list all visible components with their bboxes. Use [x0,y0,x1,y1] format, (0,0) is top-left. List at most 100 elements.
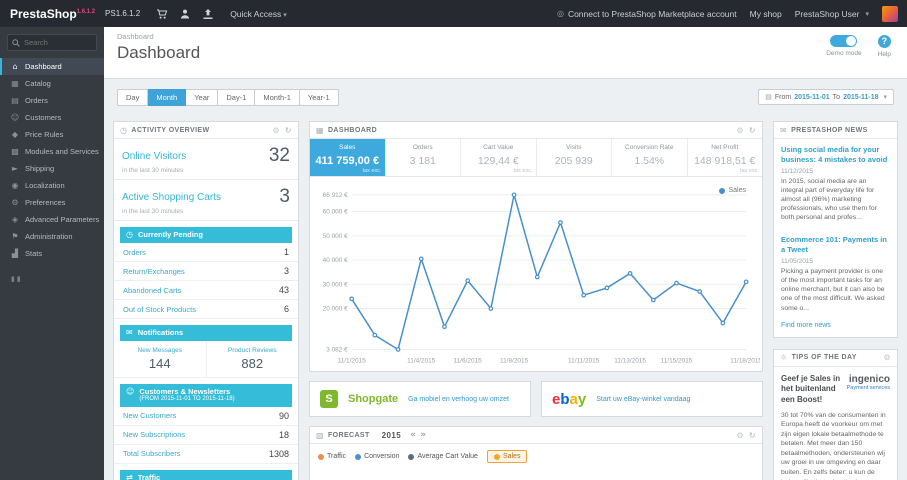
traffic-dot-icon [318,453,324,460]
pending-orders-row[interactable]: Orders 1 [114,243,298,262]
puzzle-icon: ▩ [11,147,19,156]
gear-icon[interactable]: ⚙ [883,353,891,362]
new-customers-row[interactable]: New Customers 90 [114,407,298,426]
sidebar-item-administration[interactable]: ⚑ Administration [0,228,104,245]
kpi-net-profit[interactable]: Net Profit 148 918,51 € tax exc. [688,139,763,176]
help-icon[interactable]: ? [877,35,891,48]
sidebar-item-orders[interactable]: ▤ Orders [0,92,104,109]
gear-icon[interactable]: ⚙ [272,126,280,135]
new-messages-cell[interactable]: New Messages 144 [114,341,206,377]
kpi-cart-value[interactable]: Cart Value 129,44 € tax exc. [461,139,537,176]
my-shop-link[interactable]: My shop [750,9,782,19]
date-filter-bar: Day Month Year Day-1 Month-1 Year-1 ▤ Fr… [117,88,894,106]
avatar[interactable] [882,5,898,22]
filter-month-1-button[interactable]: Month-1 [255,88,300,106]
sidebar-item-catalog[interactable]: ▦ Catalog [0,75,104,92]
sales-line-chart: 3 082 € 20 000 € 30 000 € 40 000 € 50 000 € 6… [323,192,760,365]
dashboard-icon: ▦ [316,125,324,135]
sidebar-item-modules[interactable]: ▩ Modules and Services [0,143,104,160]
active-carts-link[interactable]: Active Shopping Carts [122,192,221,203]
refresh-icon[interactable]: ↻ [749,431,756,440]
total-subscribers-row[interactable]: Total Subscribers 1308 [114,445,298,464]
ebay-promo[interactable]: ebay Start uw eBay-winkel vandaag [541,381,763,418]
svg-text:11/11/2015: 11/11/2015 [568,357,600,364]
kpi-conversion-rate[interactable]: Conversion Rate 1.54% [612,139,688,176]
pending-returns-row[interactable]: Return/Exchanges 3 [114,262,298,281]
gear-icon[interactable]: ⚙ [736,126,744,135]
svg-text:11/1/2015: 11/1/2015 [338,357,367,364]
date-range-picker[interactable]: ▤ From 2015-11-01 To 2015-11-18 ▾ [758,89,894,105]
forecast-chart-area [310,469,762,480]
legend-sales[interactable]: Sales [486,450,528,464]
notifications-grid: New Messages 144 Product Reviews 882 [114,341,298,378]
find-more-news-link[interactable]: Find more news [774,320,897,337]
filter-year-1-button[interactable]: Year-1 [299,88,339,106]
filter-month-button[interactable]: Month [148,88,187,106]
sidebar-item-price-rules[interactable]: ◆ Price Rules [0,126,104,143]
kpi-sales[interactable]: Sales 411 759,00 € tax exc. [310,139,386,176]
ebay-logo-icon: ebay [552,390,587,408]
svg-text:11/15/2015: 11/15/2015 [661,357,693,364]
online-visitors-sub: in the last 30 minutes [122,167,184,174]
news-article-title[interactable]: Ecommerce 101: Payments in a Tweet [781,235,890,255]
search-input[interactable] [24,38,92,47]
new-subscriptions-row[interactable]: New Subscriptions 18 [114,426,298,445]
filter-day-button[interactable]: Day [117,88,149,106]
news-article-title[interactable]: Using social media for your business: 4 … [781,145,890,165]
news-icon: ✉ [780,125,788,135]
kpi-orders[interactable]: Orders 3 181 [386,139,461,176]
legend-conversion[interactable]: Conversion [355,453,399,460]
refresh-icon[interactable]: ↻ [285,126,292,135]
filter-day-1-button[interactable]: Day-1 [218,88,256,106]
demo-mode-toggle[interactable] [830,35,858,47]
svg-text:3 082 €: 3 082 € [326,346,348,353]
demo-mode-label: Demo mode [826,50,862,57]
legend-traffic[interactable]: Traffic [318,453,346,460]
user-menu[interactable]: PrestaShop User ▾ [795,9,869,19]
next-year-icon[interactable]: » [420,430,426,440]
sales-legend-dot [719,187,726,194]
chevron-down-icon: ▾ [865,9,869,18]
shopgate-promo-link[interactable]: Ga mobiel en verhoog uw omzet [408,396,509,403]
sidebar-item-shipping[interactable]: ► Shipping [0,160,104,177]
filter-year-button[interactable]: Year [186,88,219,106]
forecast-year-select[interactable]: 2015 [382,431,401,440]
svg-text:66 912 €: 66 912 € [323,192,348,199]
gear-icon[interactable]: ⚙ [736,431,744,440]
truck-icon: ► [11,164,19,173]
customers-newsletters-header: ☺ Customers & Newsletters (FROM 2015-11-0… [120,384,292,407]
receipt-icon: ▤ [11,96,19,105]
kpi-visits[interactable]: Visits 205 939 [537,139,612,176]
sidebar-item-localization[interactable]: ◉ Localization [0,177,104,194]
product-reviews-cell[interactable]: Product Reviews 882 [205,341,299,377]
sidebar-item-preferences[interactable]: ⚙ Preferences [0,194,104,211]
abandoned-carts-row[interactable]: Abandoned Carts 43 [114,281,298,300]
kpi-row: Sales 411 759,00 € tax exc. Orders 3 181… [310,139,762,177]
cart-value-dot-icon [408,453,415,460]
search-icon [12,34,20,52]
sidebar-item-stats[interactable]: ▟ Stats [0,245,104,262]
sidebar-item-dashboard[interactable]: ⌂ Dashboard [0,58,104,75]
user-icon[interactable] [179,8,191,20]
prev-year-icon[interactable]: « [410,430,416,440]
currently-pending-header: ◷ Currently Pending [120,227,292,243]
demo-mode-control: Demo mode [826,35,862,58]
pulse-icon: ◷ [120,125,128,135]
out-of-stock-row[interactable]: Out of Stock Products 6 [114,300,298,319]
refresh-icon[interactable]: ↻ [749,126,756,135]
prestashop-logo[interactable]: PrestaShop1.6.1.2 [10,7,95,21]
sidebar-item-customers[interactable]: ☺ Customers [0,109,104,126]
legend-average-cart-value[interactable]: Average Cart Value [408,453,478,460]
cart-icon[interactable] [156,8,168,20]
quick-access-menu[interactable]: Quick Access ▾ [230,9,287,19]
shopgate-promo[interactable]: S Shopgate Ga mobiel en verhoog uw omzet [309,381,531,418]
upload-icon[interactable] [202,8,214,20]
topbar: PrestaShop1.6.1.2 PS1.6.1.2 Quick Access… [0,0,907,27]
sidebar-item-advanced-parameters[interactable]: ◈ Advanced Parameters [0,211,104,228]
sidebar-collapse-button[interactable]: ▮▮ [11,275,104,283]
ebay-promo-link[interactable]: Start uw eBay-winkel vandaag [596,396,690,403]
sidebar-search[interactable] [7,34,97,51]
online-visitors-link[interactable]: Online Visitors [122,151,186,162]
marketplace-connect-link[interactable]: ◎ Connect to PrestaShop Marketplace accou… [557,9,737,19]
svg-text:11/13/2015: 11/13/2015 [614,357,646,364]
